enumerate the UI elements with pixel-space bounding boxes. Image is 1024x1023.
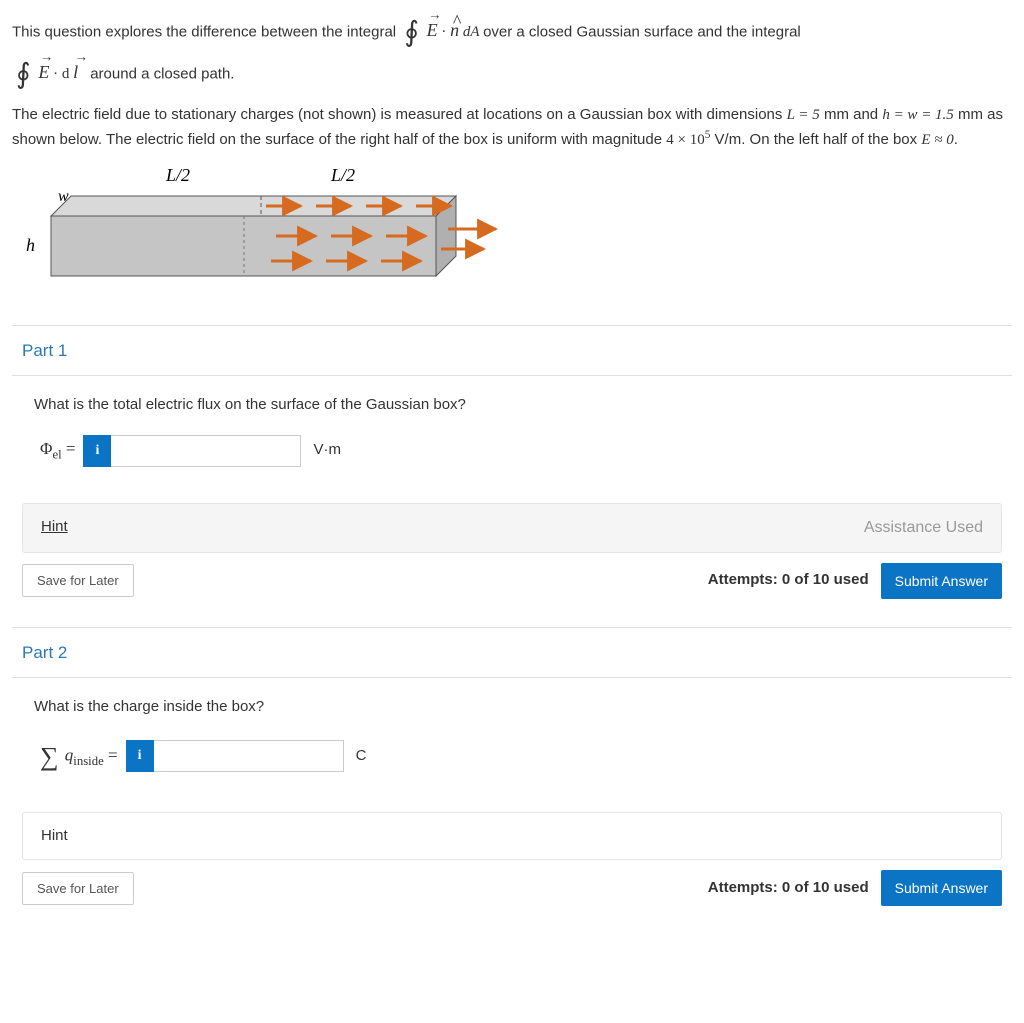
info-icon-button[interactable]: i	[126, 740, 154, 772]
part2-hint-bar: Hint	[22, 812, 1002, 861]
part1-hint-bar: Hint Assistance Used	[22, 503, 1002, 553]
assistance-used-label: Assistance Used	[864, 516, 983, 540]
save-for-later-button[interactable]: Save for Later	[22, 564, 134, 597]
part2-answer-input[interactable]	[154, 740, 344, 772]
part2-question: What is the charge inside the box?	[34, 696, 1002, 719]
hint-link[interactable]: Hint	[41, 825, 68, 848]
gaussian-box-diagram: h w L/2 L/2	[16, 161, 1012, 309]
part2-unit: C	[356, 745, 367, 768]
part1-answer-input[interactable]	[111, 435, 301, 467]
intro-text-b: over a closed Gaussian surface and the i…	[483, 23, 801, 40]
submit-answer-button[interactable]: Submit Answer	[881, 563, 1002, 599]
attempts-label: Attempts: 0 of 10 used	[708, 569, 869, 592]
label-h: h	[26, 235, 35, 255]
label-w: w	[58, 188, 69, 205]
part1-question: What is the total electric flux on the s…	[34, 394, 1002, 417]
part1-answer-row: Φel = i V·m	[34, 435, 1002, 467]
closed-integral-icon	[404, 12, 419, 54]
intro-text-c: around a closed path.	[90, 65, 234, 82]
part1-actions: Save for Later Attempts: 0 of 10 used Su…	[12, 563, 1012, 611]
save-for-later-button[interactable]: Save for Later	[22, 872, 134, 905]
part2-actions: Save for Later Attempts: 0 of 10 used Su…	[12, 870, 1012, 918]
problem-statement: The electric field due to stationary cha…	[12, 104, 1012, 151]
phi-symbol: Φel =	[40, 436, 75, 465]
submit-answer-button[interactable]: Submit Answer	[881, 870, 1002, 906]
integral-expr-1: E · n dA	[400, 24, 483, 40]
attempts-label: Attempts: 0 of 10 used	[708, 877, 869, 900]
part2-header: Part 2	[12, 627, 1012, 679]
sigma-q-symbol: ∑ qinside =	[40, 737, 118, 776]
intro-paragraph: This question explores the difference be…	[12, 12, 1012, 96]
closed-integral-icon	[16, 54, 31, 96]
label-l-half-left: L/2	[165, 165, 190, 185]
hint-link[interactable]: Hint	[41, 516, 68, 539]
integral-expr-2: E · d l	[12, 66, 82, 82]
intro-text-a: This question explores the difference be…	[12, 23, 396, 40]
part2-answer-row: ∑ qinside = i C	[34, 737, 1002, 776]
part1-unit: V·m	[313, 439, 341, 462]
label-l-half-right: L/2	[330, 165, 355, 185]
part1-header: Part 1	[12, 325, 1012, 377]
info-icon-button[interactable]: i	[83, 435, 111, 467]
